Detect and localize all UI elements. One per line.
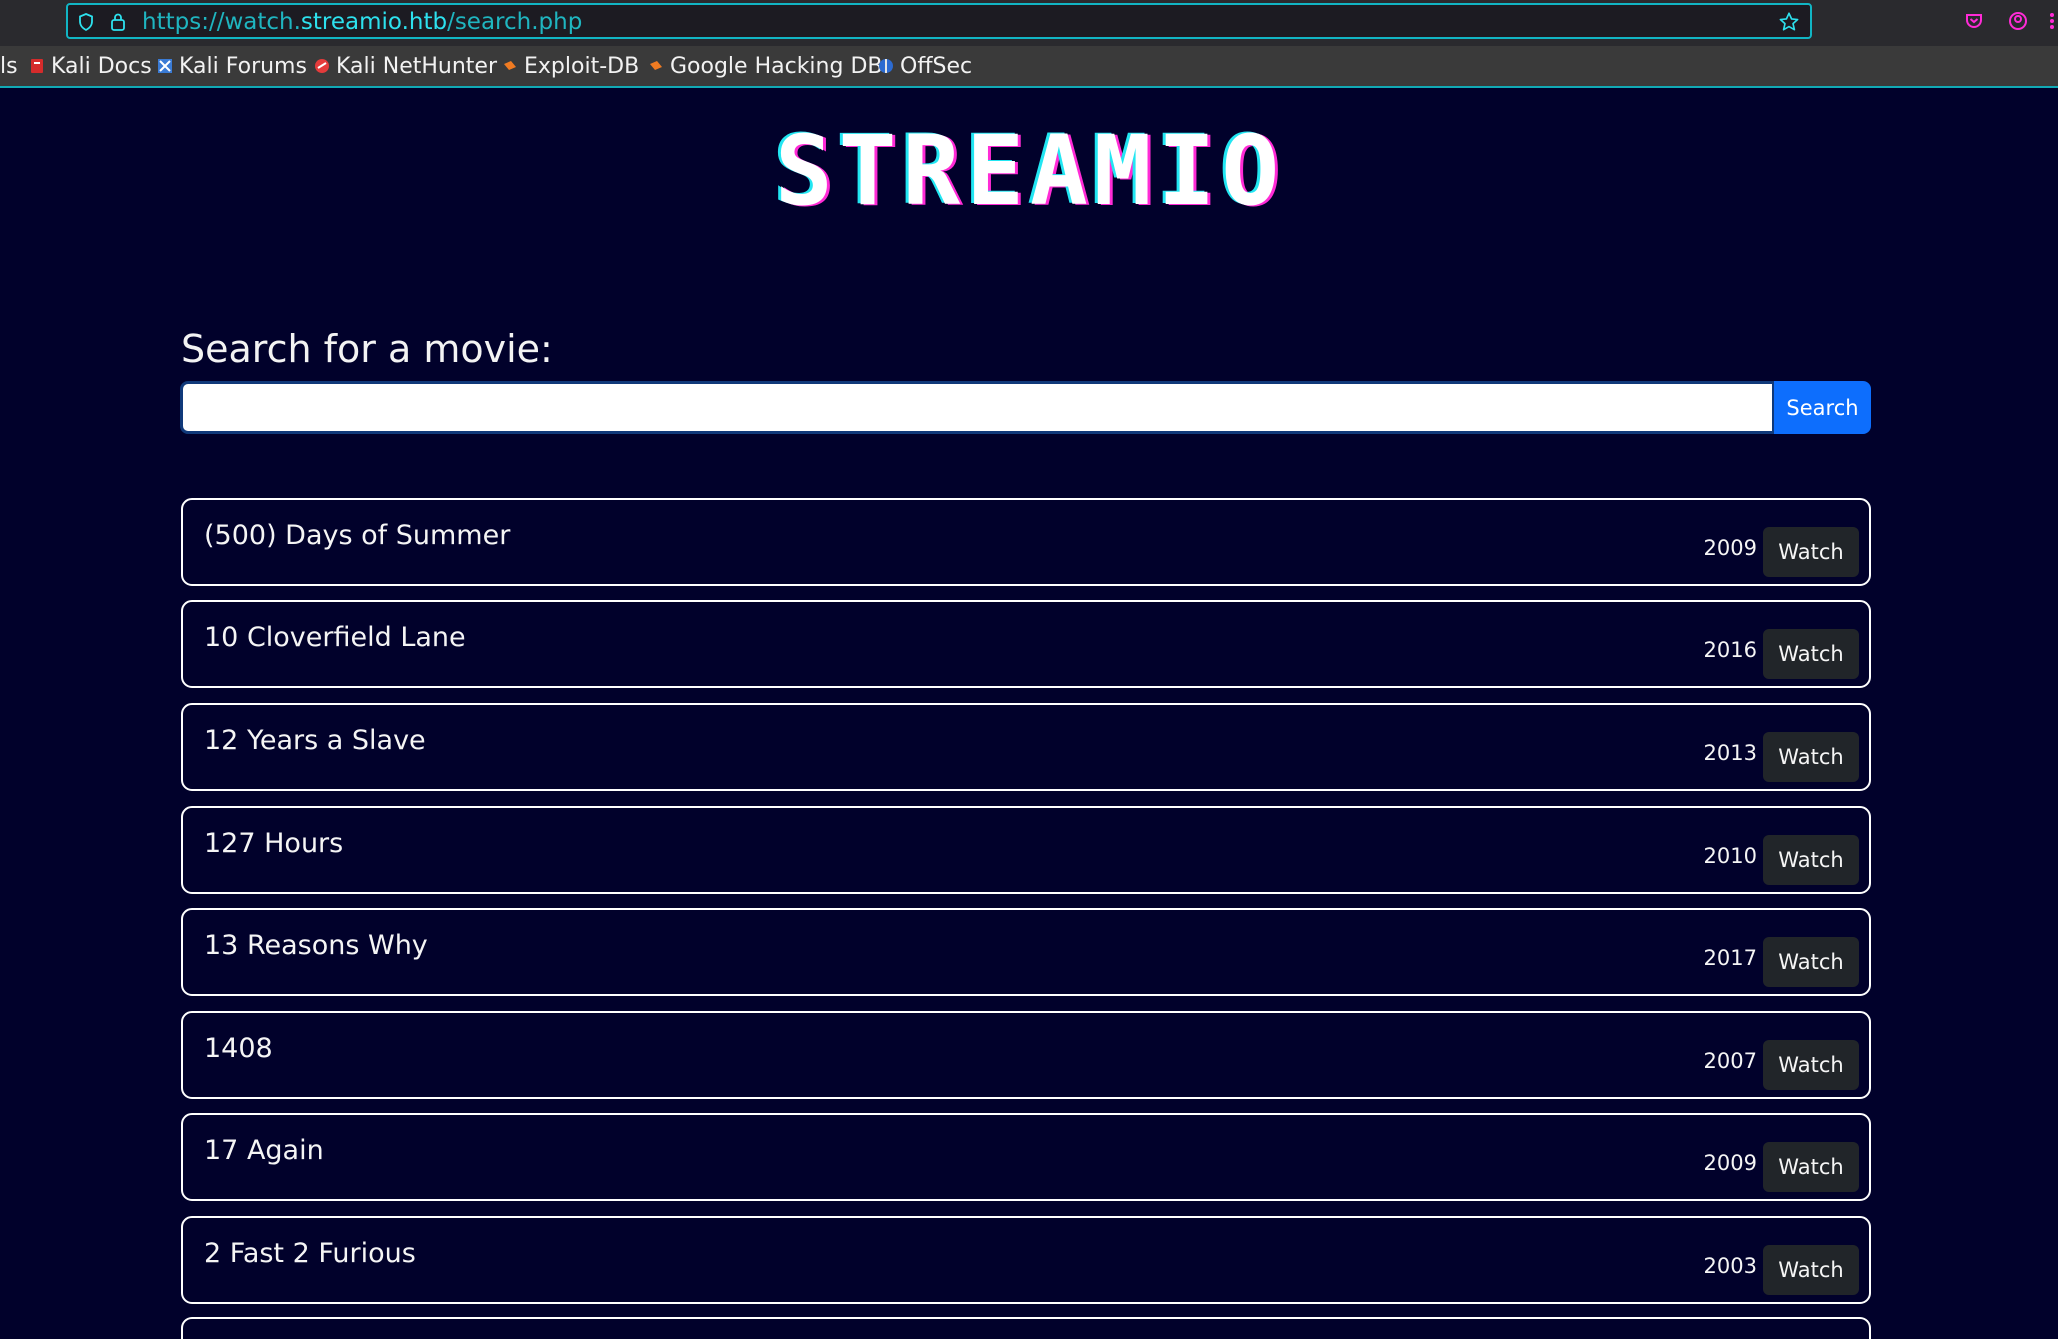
movie-year: 2013 (1703, 741, 1757, 765)
movie-year: 2017 (1703, 946, 1757, 970)
watch-button[interactable]: Watch (1763, 527, 1859, 577)
movie-card: (500) Days of Summer 2009 Watch (181, 498, 1871, 586)
tracking-protection-shield-icon[interactable] (78, 13, 94, 31)
address-bar[interactable]: https://watch.streamio.htb/search.php (66, 3, 1812, 39)
search-button[interactable]: Search (1774, 381, 1871, 434)
movie-year: 2009 (1703, 1151, 1757, 1175)
bookmark-label: Google Hacking DB (670, 53, 883, 79)
bookmark-partial[interactable]: ls (0, 53, 18, 79)
watch-button[interactable]: Watch (1763, 1245, 1859, 1295)
movie-title: 127 Hours (204, 828, 344, 859)
search-heading: Search for a movie: (181, 327, 553, 371)
movie-card: 127 Hours 2010 Watch (181, 806, 1871, 894)
watch-button[interactable]: Watch (1763, 937, 1859, 987)
bookmark-label: Kali Docs (51, 53, 152, 79)
movie-year: 2003 (1703, 1254, 1757, 1278)
ghdb-icon (650, 61, 662, 70)
movie-card (181, 1317, 1871, 1339)
watch-button[interactable]: Watch (1763, 1142, 1859, 1192)
menu-icon[interactable] (2046, 11, 2058, 31)
bookmark-label: OffSec (900, 53, 973, 79)
movie-card: 1408 2007 Watch (181, 1011, 1871, 1099)
pocket-icon[interactable] (1964, 11, 1984, 31)
watch-button[interactable]: Watch (1763, 1040, 1859, 1090)
account-icon[interactable] (2008, 11, 2028, 31)
bookmark-google-hacking-db[interactable]: Google Hacking DB (648, 53, 882, 79)
bookmark-star-icon[interactable] (1778, 11, 1800, 33)
url-path: /search.php (447, 9, 583, 35)
lock-icon[interactable] (110, 12, 126, 32)
movie-card: 17 Again 2009 Watch (181, 1113, 1871, 1201)
bookmark-label: Kali Forums (179, 53, 307, 79)
movie-title: (500) Days of Summer (204, 520, 511, 551)
browser-toolbar: https://watch.streamio.htb/search.php (0, 0, 2058, 46)
logo-text: STREAMIO (775, 125, 1285, 225)
url-domain: streamio.htb (300, 9, 448, 35)
offsec-icon (879, 59, 893, 73)
bookmark-label: Exploit-DB (524, 53, 640, 79)
movie-title: 17 Again (204, 1135, 324, 1166)
bookmark-kali-forums[interactable]: Kali Forums (157, 53, 307, 79)
bookmarks-toolbar: ls Kali Docs Kali Forums Kali NetHunter … (0, 46, 2058, 88)
kali-forums-icon (158, 59, 172, 73)
movie-title: 1408 (204, 1033, 273, 1064)
watch-button[interactable]: Watch (1763, 835, 1859, 885)
kali-nethunter-icon (315, 59, 329, 73)
movie-card: 12 Years a Slave 2013 Watch (181, 703, 1871, 791)
movie-title: 10 Cloverfield Lane (204, 622, 466, 653)
kali-docs-icon (31, 59, 43, 73)
exploit-db-icon (504, 61, 516, 70)
movie-year: 2016 (1703, 638, 1757, 662)
search-input[interactable] (180, 381, 1775, 434)
movie-card: 2 Fast 2 Furious 2003 Watch (181, 1216, 1871, 1304)
bookmark-label: Kali NetHunter (336, 53, 497, 79)
url-text[interactable]: https://watch.streamio.htb/search.php (142, 9, 582, 35)
movie-card: 13 Reasons Why 2017 Watch (181, 908, 1871, 996)
streamio-logo: STREAMIO STREAMIO STREAMIO (772, 125, 1285, 225)
movie-card: 10 Cloverfield Lane 2016 Watch (181, 600, 1871, 688)
movie-year: 2009 (1703, 536, 1757, 560)
movie-title: 2 Fast 2 Furious (204, 1238, 416, 1269)
movie-year: 2007 (1703, 1049, 1757, 1073)
url-prefix: https://watch. (142, 9, 301, 35)
movie-title: 13 Reasons Why (204, 930, 428, 961)
bookmark-exploit-db[interactable]: Exploit-DB (502, 53, 639, 79)
movie-year: 2010 (1703, 844, 1757, 868)
bookmark-kali-nethunter[interactable]: Kali NetHunter (314, 53, 497, 79)
bookmark-kali-docs[interactable]: Kali Docs (29, 53, 152, 79)
bookmark-offsec[interactable]: OffSec (878, 53, 972, 79)
movie-title: 12 Years a Slave (204, 725, 426, 756)
watch-button[interactable]: Watch (1763, 629, 1859, 679)
bookmark-label: ls (0, 53, 18, 79)
watch-button[interactable]: Watch (1763, 732, 1859, 782)
